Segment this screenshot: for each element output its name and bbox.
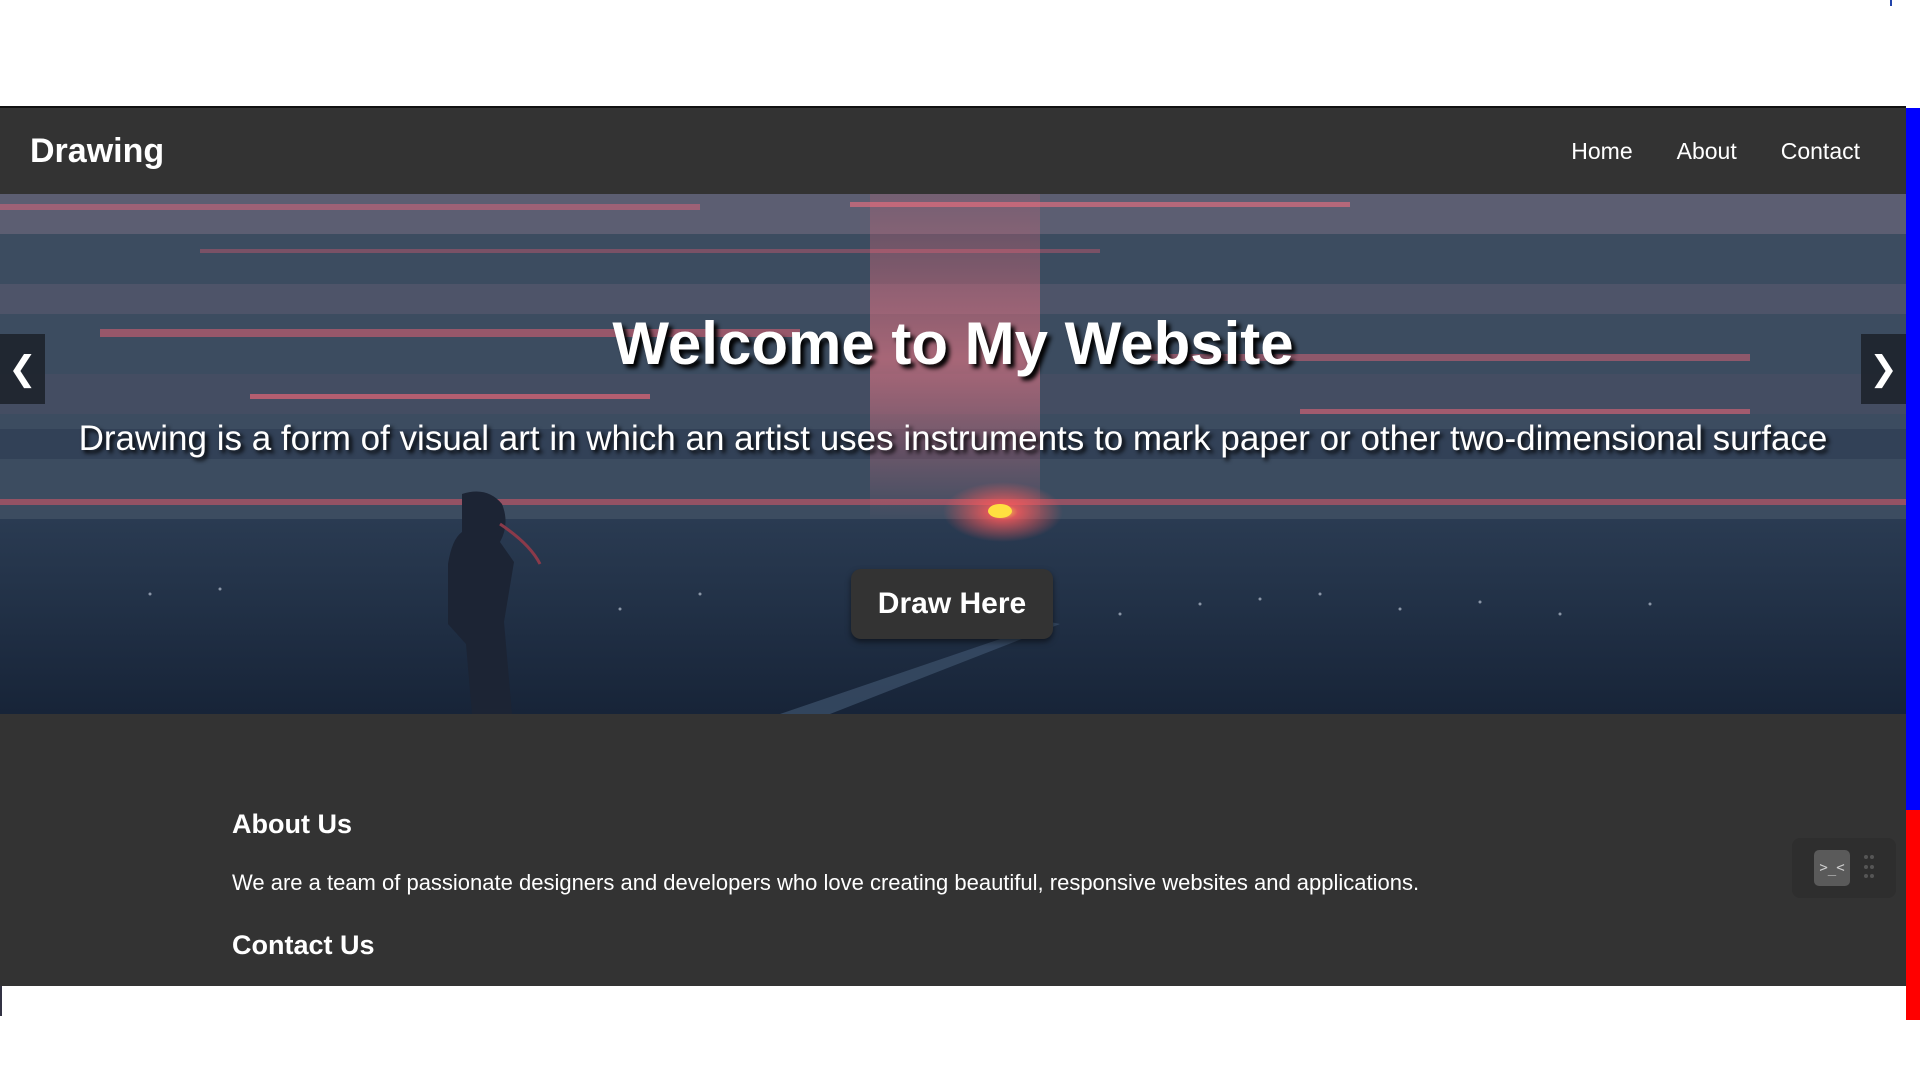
nav-link-home[interactable]: Home (1571, 138, 1632, 165)
hero-title: Welcome to My Website (612, 310, 1294, 377)
about-heading: About Us (232, 809, 352, 839)
hero-carousel: ❮ ❯ Welcome to My Website Drawing is a f… (0, 194, 1906, 714)
content-section: About Us We are a team of passionate des… (0, 714, 1906, 986)
top-edge-marker (1890, 0, 1892, 6)
floating-devtools-widget[interactable]: >_< (1792, 838, 1896, 898)
right-edge-blue-bar (1906, 108, 1920, 810)
about-text: We are a team of passionate designers an… (232, 870, 1420, 895)
terminal-icon[interactable]: >_< (1814, 850, 1850, 886)
contact-heading: Contact Us (232, 930, 375, 960)
nav-link-about[interactable]: About (1677, 138, 1737, 165)
hero-subtitle: Drawing is a form of visual art in which… (78, 419, 1828, 458)
navbar: Drawing Home About Contact (0, 108, 1906, 194)
nav-links: Home About Contact (1571, 138, 1876, 165)
website-viewport: Drawing Home About Contact ❮ ❯ Welcome t… (0, 108, 1906, 986)
left-edge-marker (0, 986, 2, 1016)
draw-here-button[interactable]: Draw Here (851, 569, 1053, 639)
brand-logo[interactable]: Drawing (30, 132, 164, 171)
nav-link-contact[interactable]: Contact (1781, 138, 1860, 165)
drag-handle-icon[interactable] (1864, 855, 1874, 881)
right-edge-red-bar (1906, 810, 1920, 1020)
